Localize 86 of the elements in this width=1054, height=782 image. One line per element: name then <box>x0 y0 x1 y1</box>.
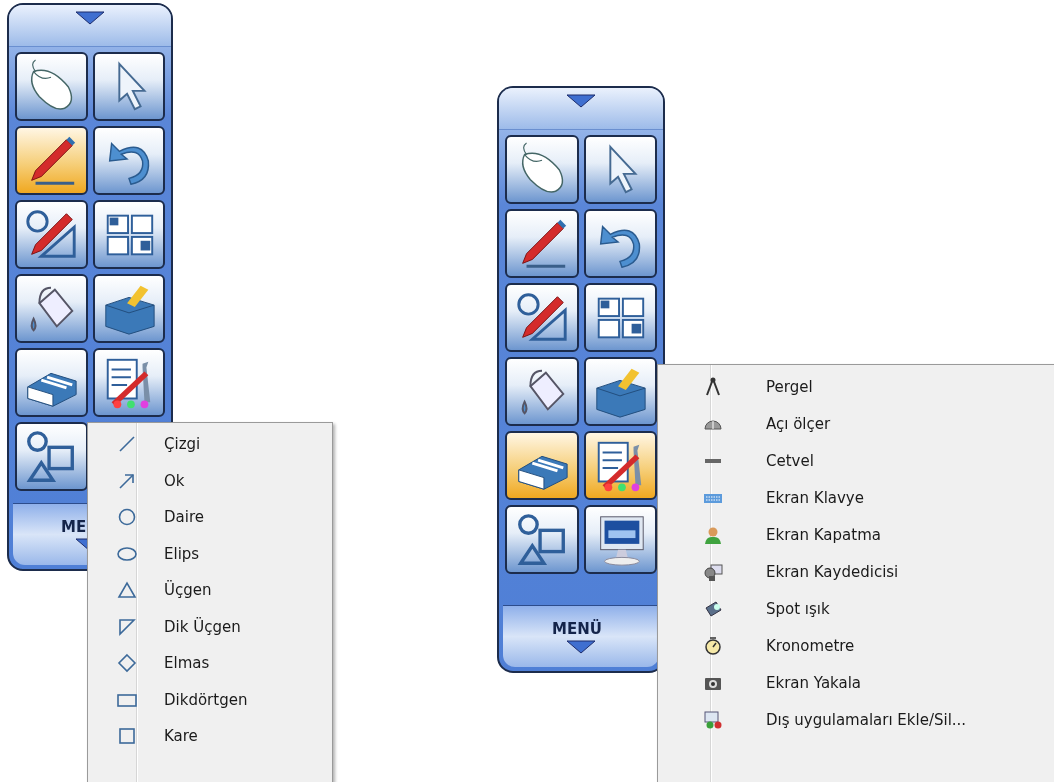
line-icon <box>119 436 135 453</box>
compass-icon <box>706 377 720 396</box>
square-icon <box>119 728 135 745</box>
tools-icon <box>106 358 150 408</box>
pen-icon <box>521 219 566 268</box>
ruler-icon <box>705 458 721 463</box>
tool-button[interactable] <box>505 209 579 278</box>
menu-item[interactable]: Üçgen <box>90 572 330 609</box>
menu-item[interactable]: Ekran Kaydedicisi <box>660 553 1054 590</box>
menu-item[interactable]: Elmas <box>90 645 330 682</box>
toolbox-icon <box>596 368 646 418</box>
menu-item[interactable]: Ekran Kapatma <box>660 516 1054 553</box>
menu-item[interactable]: Ekran Yakala <box>660 664 1054 701</box>
rectangle-icon <box>117 693 137 707</box>
tool-button[interactable] <box>505 431 579 500</box>
tool-button[interactable] <box>15 274 88 343</box>
eraser-icon <box>518 455 568 490</box>
tool-button[interactable] <box>92 126 165 195</box>
tool-button[interactable] <box>583 431 657 500</box>
menu-item[interactable]: Açı ölçer <box>660 405 1054 442</box>
menu-item[interactable]: Dikdörtgen <box>90 681 330 718</box>
menu-item[interactable]: Dik Üçgen <box>90 608 330 645</box>
menu-item[interactable]: Pergel <box>660 368 1054 405</box>
toolbox-icon <box>105 285 155 335</box>
camera-icon <box>705 677 721 690</box>
tool-button[interactable] <box>15 348 88 417</box>
tool-button[interactable] <box>505 135 579 204</box>
tool-button[interactable] <box>92 52 165 121</box>
cursor-icon <box>118 60 147 111</box>
tool-button[interactable] <box>583 505 657 574</box>
app-add-icon <box>704 711 722 728</box>
shapes-icon <box>517 513 565 565</box>
tool-button[interactable] <box>505 357 579 426</box>
menu-item[interactable]: Ok <box>90 462 330 499</box>
layout-icon <box>106 214 153 255</box>
circle-icon <box>118 508 136 526</box>
tool-button[interactable] <box>15 126 88 195</box>
layout-icon <box>598 297 645 338</box>
menu-item[interactable]: Daire <box>90 499 330 536</box>
person-icon <box>705 527 721 544</box>
menu-item[interactable]: Kare <box>90 718 330 755</box>
pen-icon <box>31 136 76 185</box>
tool-button[interactable] <box>92 274 165 343</box>
menu-button[interactable]: MENÜ <box>503 605 659 667</box>
triangle-icon <box>117 581 137 599</box>
bucket-icon <box>30 286 74 331</box>
menu-item[interactable]: Çizgi <box>90 426 330 463</box>
tool-button[interactable] <box>583 209 657 278</box>
tool-button[interactable] <box>15 52 88 121</box>
tool-button[interactable] <box>505 283 579 352</box>
menu-item[interactable]: Ekran Klavye <box>660 479 1054 516</box>
tool-button[interactable] <box>92 348 165 417</box>
undo-icon <box>108 142 149 185</box>
arrow-icon <box>119 473 134 489</box>
triangle-icon <box>566 94 596 108</box>
computer-icon <box>600 515 644 566</box>
tools-icon <box>598 441 642 491</box>
tool-button[interactable] <box>92 200 165 269</box>
tool-button[interactable] <box>583 357 657 426</box>
protractor-icon <box>704 420 722 429</box>
menu-item[interactable]: Cetvel <box>660 442 1054 479</box>
tool-button[interactable] <box>505 505 579 574</box>
shape-pen-icon <box>517 292 567 341</box>
bucket-icon <box>521 369 565 414</box>
triangle-icon <box>566 639 596 654</box>
right-triangle-icon <box>119 618 136 636</box>
ellipse-icon <box>117 546 137 561</box>
eraser-icon <box>27 372 77 407</box>
diamond-icon <box>117 654 137 673</box>
mouse-icon <box>31 58 73 110</box>
tool-button[interactable] <box>15 200 88 269</box>
undo-icon <box>600 225 641 268</box>
keyboard-icon <box>704 493 722 503</box>
stopwatch-icon <box>705 636 721 655</box>
shapes-icon <box>26 430 75 482</box>
tool-button[interactable] <box>15 422 88 491</box>
shape-pen-icon <box>26 209 76 258</box>
menu-item[interactable]: Kronometre <box>660 627 1054 664</box>
cursor-icon <box>609 143 638 194</box>
tool-button[interactable] <box>583 283 657 352</box>
tool-button[interactable] <box>583 135 657 204</box>
menu-item[interactable]: Spot ışık <box>660 590 1054 627</box>
menu-item[interactable]: Elips <box>90 535 330 572</box>
triangle-icon <box>75 11 105 25</box>
menu-item[interactable]: Dış uygulamaları Ekle/Sil... <box>660 701 1054 738</box>
mouse-icon <box>521 141 563 193</box>
